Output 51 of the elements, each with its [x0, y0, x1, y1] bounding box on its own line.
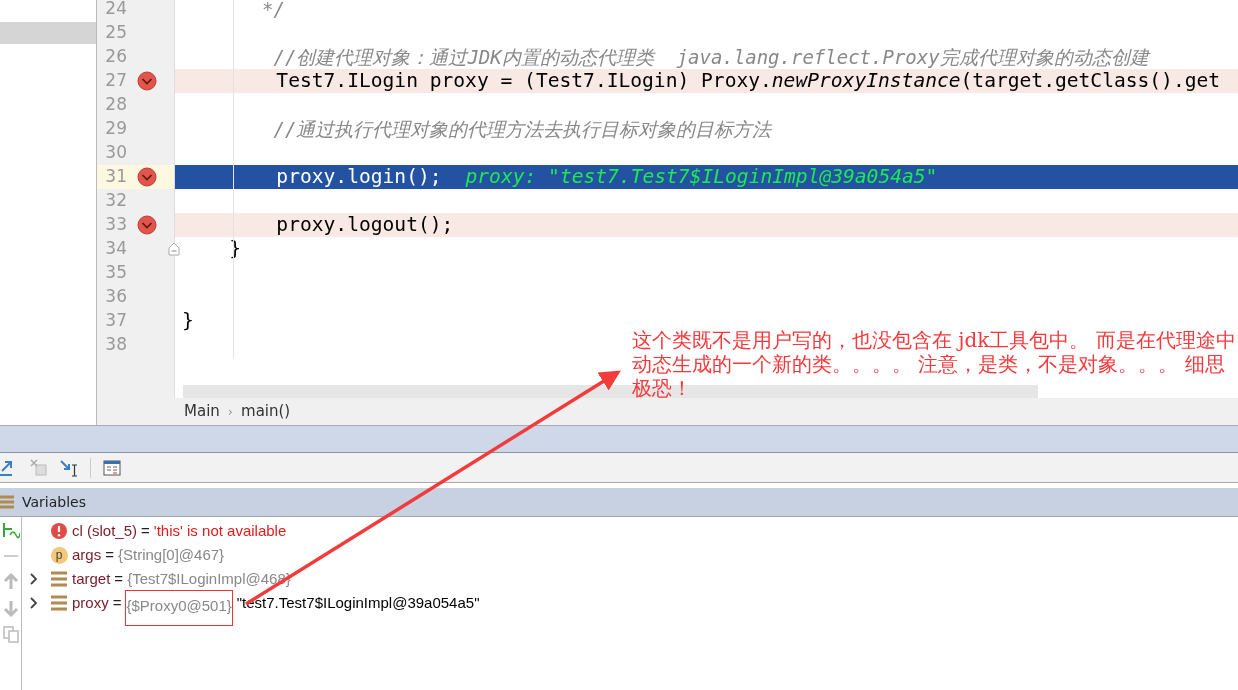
parameter-icon: p	[50, 546, 68, 564]
line-number: 37	[104, 309, 127, 333]
variable-value: {$Proxy0@501}	[125, 589, 233, 627]
code-line: proxy.logout();	[275, 212, 454, 239]
equals-sign: =	[112, 592, 122, 613]
breadcrumb-separator: ›	[227, 402, 233, 421]
equals-sign: =	[114, 568, 124, 589]
variable-name: args	[72, 544, 102, 565]
inline-debug-value: proxy: "test7.Test7$ILoginImpl@39a054a5"	[465, 164, 938, 191]
code-line: proxy.login();	[275, 164, 442, 191]
line-number: 34	[104, 237, 127, 261]
line-number: 33	[104, 213, 127, 237]
code-comment: //创建代理对象：通过JDK内置的动态代理类 java.lang.reflect.Proxy完成代理对象的动态创建	[272, 44, 1149, 70]
code-comment: //通过执行代理对象的代理方法去执行目标对象的目标方法	[272, 116, 772, 142]
equals-sign: =	[141, 520, 150, 541]
string-value: "test7.Test7$ILoginImpl@39a054a5"	[236, 592, 480, 613]
line-number: 38	[104, 333, 127, 357]
stop-icon[interactable]	[30, 458, 48, 477]
code-line: Test7.ILogin proxy = (Test7.ILogin) Proxy.newProxyInstance(target.getClass().get	[275, 68, 1221, 95]
error-icon	[50, 522, 68, 540]
variable-name: target	[72, 568, 111, 589]
line-number: 31	[104, 165, 127, 189]
line-number: 29	[104, 117, 127, 141]
line-number: 36	[104, 285, 127, 309]
annotation-text: 这个类既不是用户写的，也没包含在 jdk工具包中。 而是在代理途中动态生成的一个新的类。。。。 注意，是类，不是对象。。。 细思极恐！	[632, 328, 1237, 400]
line-number: 27	[104, 69, 127, 93]
evaluate-icon[interactable]	[103, 458, 121, 477]
code-comment: */	[261, 0, 285, 22]
line-number: 24	[104, 0, 127, 21]
code-line: }	[182, 308, 194, 335]
copy-icon[interactable]	[1, 625, 20, 643]
variable-value: {String[0]@467}	[117, 544, 225, 565]
variable-name: proxy	[72, 592, 109, 613]
run-to-cursor-icon[interactable]	[60, 458, 78, 477]
breadcrumb-item[interactable]: main()	[241, 400, 291, 423]
line-number: 28	[104, 93, 127, 117]
variable-name: cl (slot_5)	[72, 520, 138, 541]
up-arrow-icon[interactable]	[1, 573, 20, 591]
breadcrumb-item[interactable]: Main	[184, 400, 220, 423]
line-number: 30	[104, 141, 127, 165]
line-number: 35	[104, 261, 127, 285]
down-arrow-icon[interactable]	[1, 599, 20, 617]
variable-value: 'this' is not available	[153, 520, 287, 541]
line-number: 26	[104, 45, 127, 69]
equals-sign: =	[105, 544, 114, 565]
field-icon	[50, 594, 68, 612]
restore-layout-icon[interactable]	[1, 521, 20, 539]
line-number: 32	[104, 189, 127, 213]
line-number: 25	[104, 21, 127, 45]
field-icon	[50, 570, 68, 588]
panel-title: Variables	[22, 492, 86, 512]
